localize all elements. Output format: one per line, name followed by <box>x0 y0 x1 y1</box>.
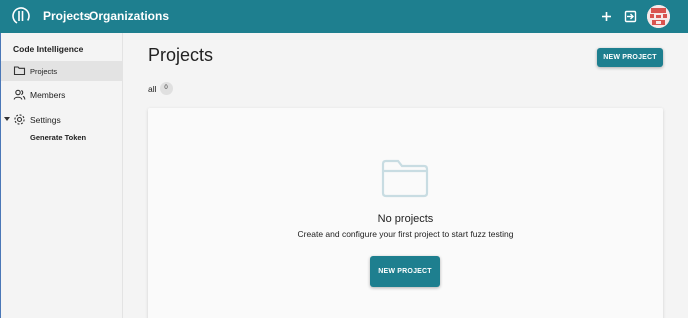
app-logo-icon[interactable] <box>11 6 31 26</box>
plus-icon[interactable] <box>598 8 615 25</box>
folder-icon <box>381 158 429 198</box>
filter-label: all <box>148 83 157 94</box>
filter-chip-all[interactable]: all 0 <box>148 82 173 95</box>
sidebar-header: Code Intelligence <box>13 44 84 54</box>
sidebar-item-label: Projects <box>30 66 58 76</box>
sidebar: Code Intelligence Projects Members Setti… <box>0 33 123 318</box>
new-project-button[interactable]: NEW PROJECT <box>597 48 663 67</box>
empty-state-card: No projects Create and configure your fi… <box>148 108 663 318</box>
exit-icon[interactable] <box>622 8 639 25</box>
new-project-button[interactable]: NEW PROJECT <box>370 256 440 287</box>
sidebar-item-label: Settings <box>30 115 61 125</box>
nav-projects-link[interactable]: Projects <box>43 9 90 24</box>
sidebar-item-label: Members <box>30 90 66 100</box>
sidebar-item-projects[interactable]: Projects <box>1 61 123 81</box>
sidebar-item-members[interactable]: Members <box>1 85 123 105</box>
main-content: Projects NEW PROJECT all 0 No projects C… <box>124 33 688 318</box>
avatar[interactable] <box>647 5 670 28</box>
members-icon <box>13 88 26 101</box>
sidebar-subitem-generate-token[interactable]: Generate Token <box>30 133 86 142</box>
empty-state-title: No projects <box>377 213 434 225</box>
sidebar-item-settings[interactable]: Settings <box>1 110 123 130</box>
page-title: Projects <box>148 45 214 65</box>
folder-icon <box>13 64 26 77</box>
chevron-down-icon[interactable] <box>4 117 10 121</box>
nav-organizations-link[interactable]: Organizations <box>89 9 169 24</box>
filter-count-badge: 0 <box>159 82 173 95</box>
empty-state-description: Create and configure your first project … <box>297 229 514 239</box>
gear-icon <box>13 113 26 126</box>
top-app-bar: Projects Organizations <box>0 0 688 33</box>
